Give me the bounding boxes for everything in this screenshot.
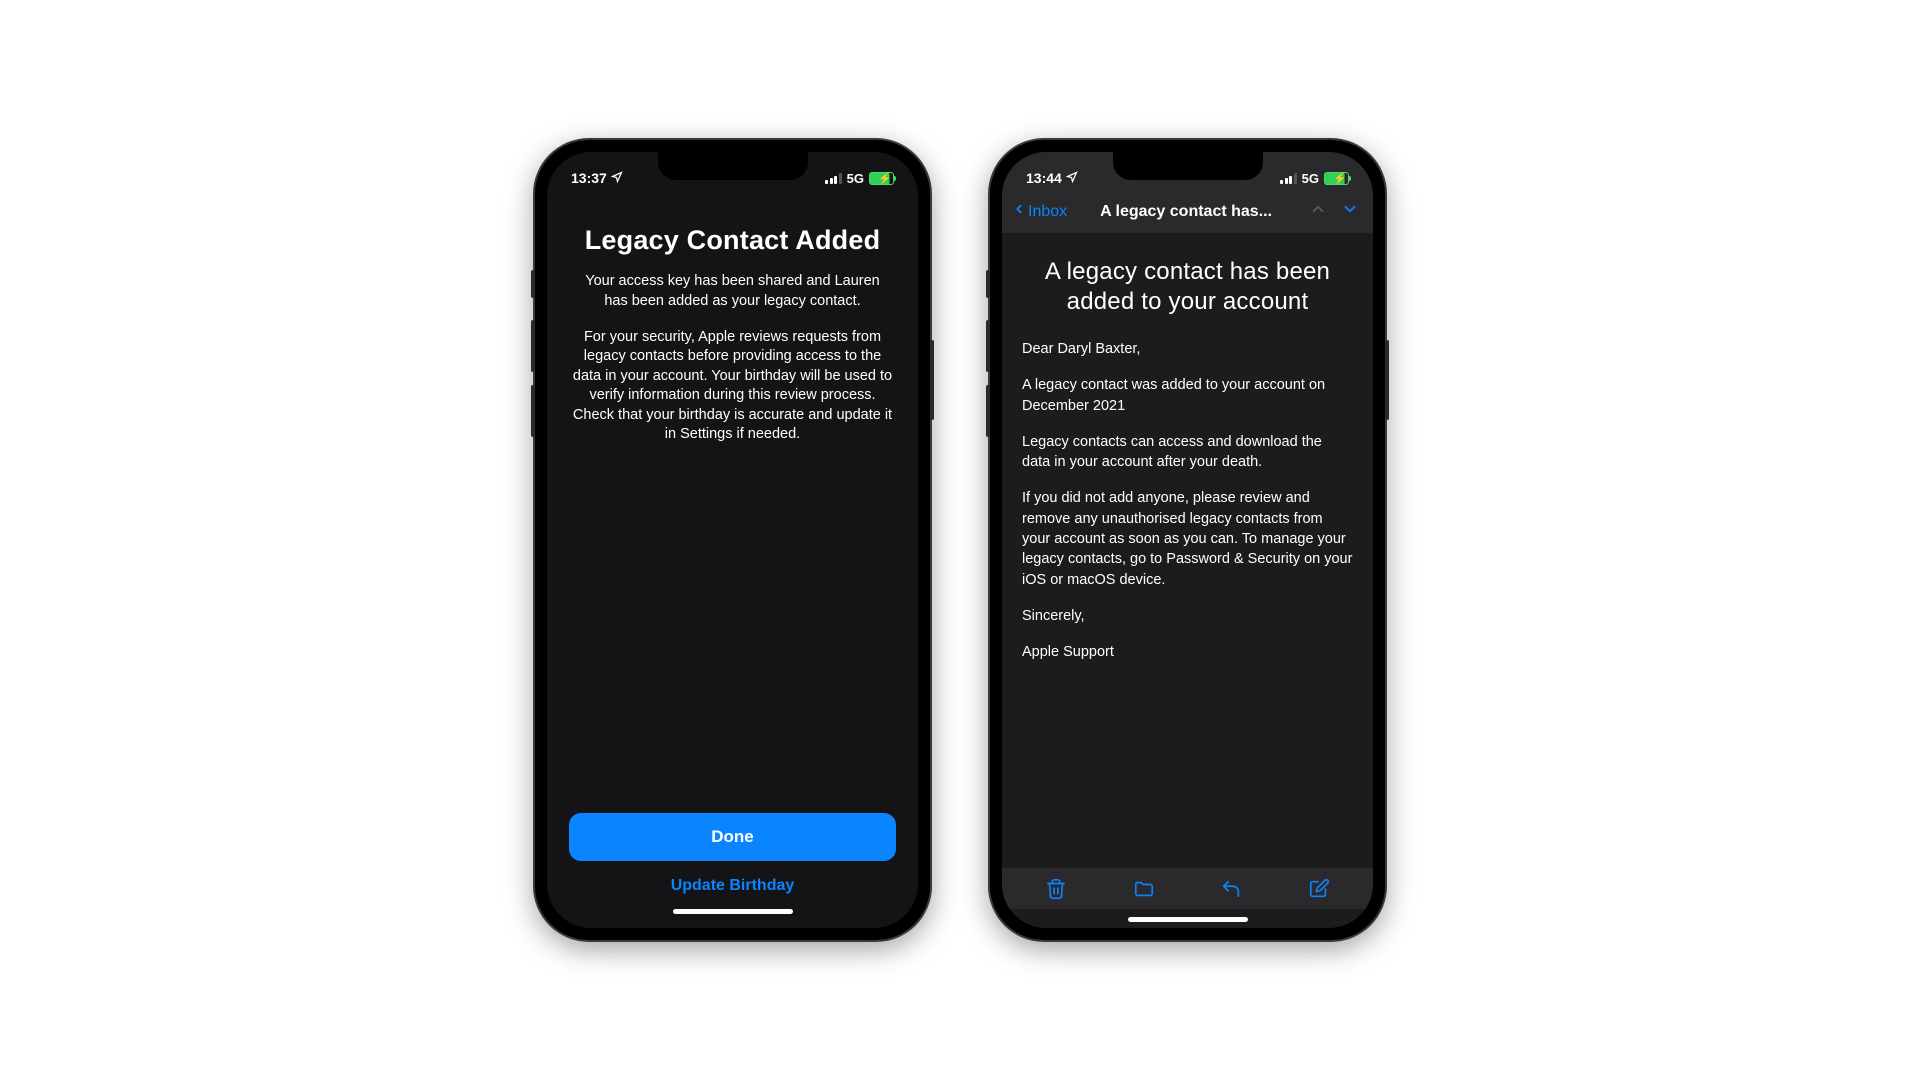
- mail-subject-truncated: A legacy contact has...: [1073, 203, 1299, 221]
- back-button[interactable]: Inbox: [1012, 200, 1067, 223]
- side-button[interactable]: [930, 340, 934, 420]
- home-indicator[interactable]: [673, 909, 793, 914]
- update-birthday-button[interactable]: Update Birthday: [569, 861, 896, 901]
- cellular-signal-icon: [825, 173, 842, 184]
- status-time: 13:37: [571, 170, 607, 186]
- network-label: 5G: [847, 171, 864, 186]
- status-time: 13:44: [1026, 170, 1062, 186]
- page-title: Legacy Contact Added: [569, 224, 896, 256]
- mail-paragraph-3: If you did not add anyone, please review…: [1022, 488, 1353, 589]
- mail-sender: Apple Support: [1022, 642, 1353, 662]
- display-notch: [658, 152, 808, 180]
- confirmation-paragraph-2: For your security, Apple reviews request…: [569, 328, 896, 445]
- back-label: Inbox: [1028, 203, 1067, 221]
- compose-button[interactable]: [1299, 878, 1339, 905]
- mute-switch[interactable]: [986, 270, 990, 298]
- location-icon: [611, 170, 623, 186]
- next-message-button[interactable]: [1337, 200, 1363, 223]
- chevron-left-icon: [1012, 200, 1026, 223]
- network-label: 5G: [1302, 171, 1319, 186]
- battery-icon: ⚡: [1324, 172, 1349, 185]
- settings-content: Legacy Contact Added Your access key has…: [547, 198, 918, 928]
- confirmation-paragraph-1: Your access key has been shared and Laur…: [569, 272, 896, 311]
- cellular-signal-icon: [1280, 173, 1297, 184]
- settings-screen: 13:37 5G ⚡ Legacy Contact Added Your acc…: [547, 152, 918, 928]
- previous-message-button: [1305, 200, 1331, 223]
- volume-down-button[interactable]: [986, 385, 990, 437]
- mail-nav-bar: Inbox A legacy contact has...: [1002, 198, 1373, 227]
- volume-down-button[interactable]: [531, 385, 535, 437]
- volume-up-button[interactable]: [986, 320, 990, 372]
- mail-paragraph-2: Legacy contacts can access and download …: [1022, 432, 1353, 473]
- iphone-mail-app: 13:44 5G ⚡ Inbox A le: [990, 140, 1385, 940]
- mail-screen: 13:44 5G ⚡ Inbox A le: [1002, 152, 1373, 928]
- move-folder-button[interactable]: [1124, 878, 1164, 905]
- location-icon: [1066, 170, 1078, 186]
- battery-icon: ⚡: [869, 172, 894, 185]
- mail-title: A legacy contact has been added to your …: [1022, 257, 1353, 317]
- mail-greeting: Dear Daryl Baxter,: [1022, 339, 1353, 359]
- mute-switch[interactable]: [531, 270, 535, 298]
- mail-closing: Sincerely,: [1022, 606, 1353, 626]
- display-notch: [1113, 152, 1263, 180]
- done-button[interactable]: Done: [569, 813, 896, 861]
- reply-button[interactable]: [1211, 878, 1251, 905]
- iphone-legacy-contact-settings: 13:37 5G ⚡ Legacy Contact Added Your acc…: [535, 140, 930, 940]
- mail-body[interactable]: A legacy contact has been added to your …: [1002, 233, 1373, 868]
- volume-up-button[interactable]: [531, 320, 535, 372]
- side-button[interactable]: [1385, 340, 1389, 420]
- mail-paragraph-1: A legacy contact was added to your accou…: [1022, 375, 1353, 416]
- mail-toolbar: [1002, 868, 1373, 909]
- home-indicator[interactable]: [1128, 917, 1248, 922]
- trash-button[interactable]: [1036, 878, 1076, 905]
